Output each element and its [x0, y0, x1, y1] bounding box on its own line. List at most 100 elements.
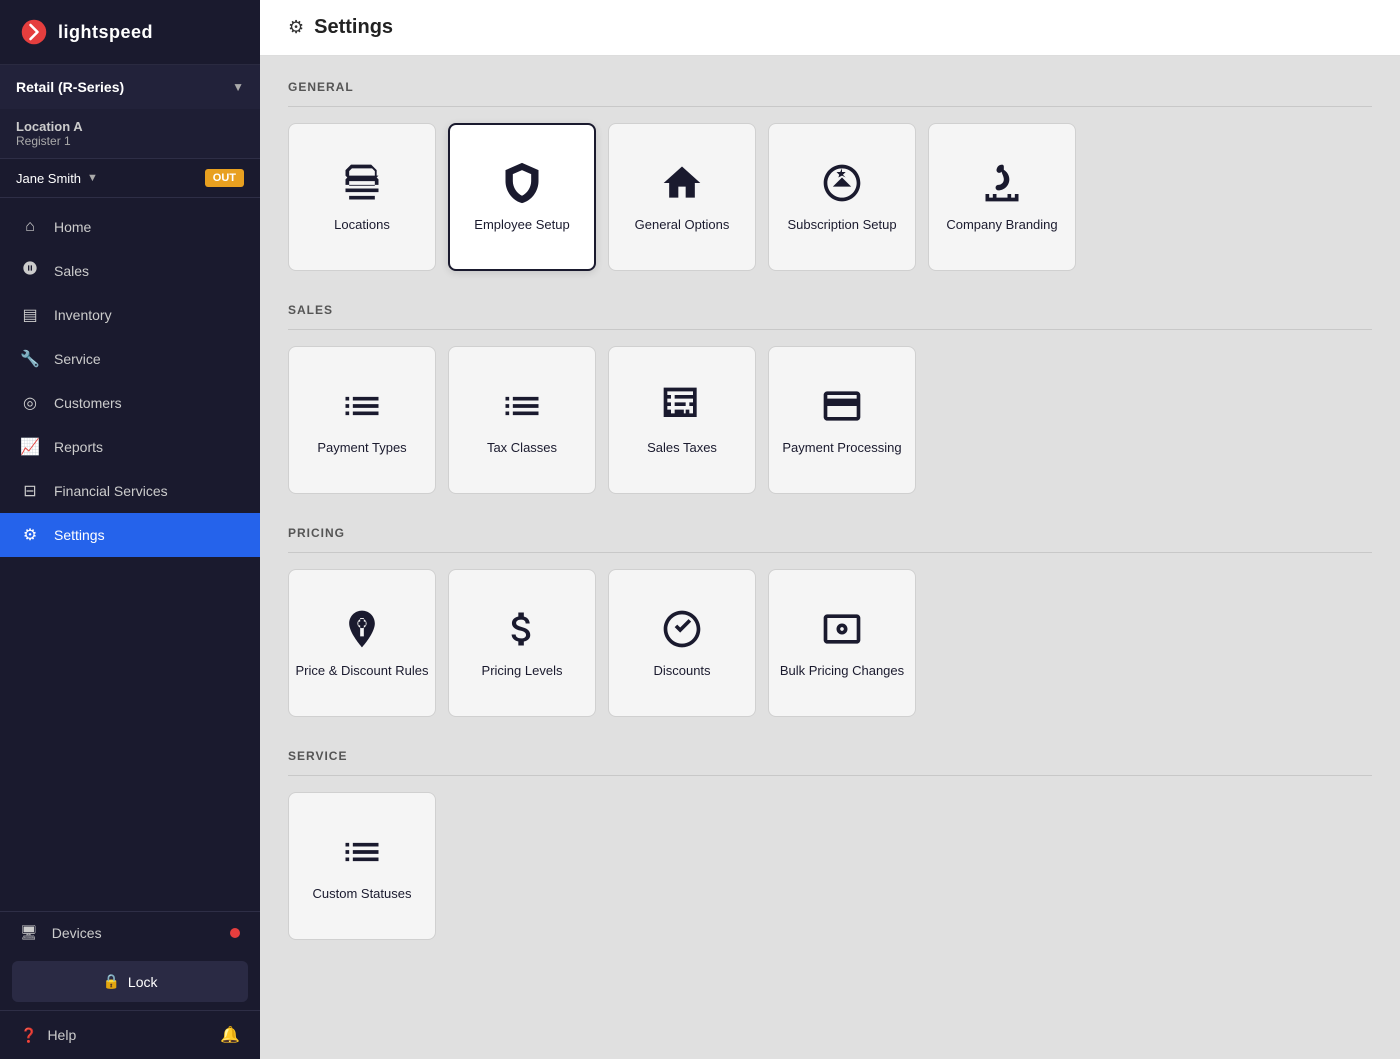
notification-bell-icon: 🔔: [220, 1025, 240, 1045]
sidebar-item-service-label: Service: [54, 351, 101, 367]
card-sales-taxes[interactable]: Sales Taxes: [608, 346, 756, 494]
reports-icon: 📈: [20, 437, 40, 457]
payment-types-card-label: Payment Types: [317, 440, 406, 457]
general-section-title: GENERAL: [288, 80, 1372, 94]
pricing-cards-grid: Price & Discount Rules Pricing Levels Di…: [288, 569, 1372, 717]
card-discounts[interactable]: Discounts: [608, 569, 756, 717]
sidebar-item-home[interactable]: ⌂ Home: [0, 206, 260, 248]
subscription-setup-card-label: Subscription Setup: [787, 217, 896, 234]
sidebar-item-financial[interactable]: ⊟ Financial Services: [0, 469, 260, 513]
service-section: SERVICE Custom Statuses: [288, 749, 1372, 940]
lock-icon: 🔒: [102, 973, 119, 990]
sidebar-item-sales-label: Sales: [54, 263, 89, 279]
user-dropdown-arrow: ▼: [87, 172, 98, 184]
card-general-options[interactable]: General Options: [608, 123, 756, 271]
sidebar-nav: ⌂ Home Sales ▤ Inventory 🔧 Service ◎ Cus…: [0, 198, 260, 911]
sidebar-item-inventory[interactable]: ▤ Inventory: [0, 293, 260, 337]
card-tax-classes[interactable]: Tax Classes: [448, 346, 596, 494]
pricing-levels-icon: [500, 607, 544, 651]
pricing-section-title: PRICING: [288, 526, 1372, 540]
user-info: Jane Smith ▼: [16, 171, 98, 186]
page-header: ⚙ Settings: [260, 0, 1400, 56]
sidebar-item-help[interactable]: ❓ Help 🔔: [0, 1010, 260, 1059]
sidebar-item-service[interactable]: 🔧 Service: [0, 337, 260, 381]
employee-setup-card-label: Employee Setup: [474, 217, 569, 234]
service-icon: 🔧: [20, 349, 40, 369]
sidebar-item-settings[interactable]: ⚙ Settings: [0, 513, 260, 557]
logo-area[interactable]: lightspeed: [0, 0, 260, 65]
sidebar-item-reports-label: Reports: [54, 439, 103, 455]
sidebar-item-customers[interactable]: ◎ Customers: [0, 381, 260, 425]
custom-statuses-icon: [340, 830, 384, 874]
sales-taxes-icon: [660, 384, 704, 428]
bulk-pricing-changes-icon: [820, 607, 864, 651]
tax-classes-icon: [500, 384, 544, 428]
card-bulk-pricing-changes[interactable]: Bulk Pricing Changes: [768, 569, 916, 717]
subscription-setup-icon: [820, 161, 864, 205]
content-area: GENERAL Locations Employee Setup: [260, 56, 1400, 996]
bulk-pricing-changes-card-label: Bulk Pricing Changes: [780, 663, 904, 680]
sales-icon: [20, 260, 40, 281]
home-icon: ⌂: [20, 218, 40, 236]
service-cards-grid: Custom Statuses: [288, 792, 1372, 940]
card-employee-setup[interactable]: Employee Setup: [448, 123, 596, 271]
lock-button[interactable]: 🔒 Lock: [12, 961, 248, 1002]
service-section-title: SERVICE: [288, 749, 1372, 763]
sales-taxes-card-label: Sales Taxes: [647, 440, 717, 457]
inventory-icon: ▤: [20, 305, 40, 325]
card-payment-processing[interactable]: Payment Processing: [768, 346, 916, 494]
card-price-discount-rules[interactable]: Price & Discount Rules: [288, 569, 436, 717]
page-title: Settings: [314, 16, 393, 39]
devices-alert-dot: [230, 928, 240, 938]
pricing-divider: [288, 552, 1372, 553]
store-selector[interactable]: Retail (R-Series) ▼: [0, 65, 260, 109]
locations-icon: [340, 161, 384, 205]
discounts-icon: [660, 607, 704, 651]
general-cards-grid: Locations Employee Setup General Options: [288, 123, 1372, 271]
user-info-bar[interactable]: Jane Smith ▼ OUT: [0, 159, 260, 198]
card-custom-statuses[interactable]: Custom Statuses: [288, 792, 436, 940]
register-name: Register 1: [16, 134, 244, 148]
general-options-icon: [660, 161, 704, 205]
lock-label: Lock: [128, 974, 158, 990]
sales-section: SALES Payment Types Tax Classes: [288, 303, 1372, 494]
discounts-card-label: Discounts: [653, 663, 710, 680]
user-status-badge: OUT: [205, 169, 244, 187]
card-payment-types[interactable]: Payment Types: [288, 346, 436, 494]
payment-processing-card-label: Payment Processing: [782, 440, 901, 457]
card-subscription-setup[interactable]: Subscription Setup: [768, 123, 916, 271]
sidebar-item-home-label: Home: [54, 219, 91, 235]
general-divider: [288, 106, 1372, 107]
location-info: Location A Register 1: [0, 109, 260, 159]
company-branding-card-label: Company Branding: [946, 217, 1057, 234]
sales-cards-grid: Payment Types Tax Classes Sales Taxes: [288, 346, 1372, 494]
sidebar-item-customers-label: Customers: [54, 395, 122, 411]
sidebar-item-financial-label: Financial Services: [54, 483, 168, 499]
store-dropdown-arrow: ▼: [232, 80, 244, 94]
tax-classes-card-label: Tax Classes: [487, 440, 557, 457]
card-company-branding[interactable]: Company Branding: [928, 123, 1076, 271]
employee-setup-icon: [500, 161, 544, 205]
company-branding-icon: [980, 161, 1024, 205]
sidebar-item-settings-label: Settings: [54, 527, 105, 543]
price-discount-rules-card-label: Price & Discount Rules: [296, 663, 429, 680]
card-locations[interactable]: Locations: [288, 123, 436, 271]
service-divider: [288, 775, 1372, 776]
logo-text: lightspeed: [58, 22, 153, 43]
card-pricing-levels[interactable]: Pricing Levels: [448, 569, 596, 717]
user-name: Jane Smith: [16, 171, 81, 186]
pricing-levels-card-label: Pricing Levels: [482, 663, 563, 680]
sidebar-item-sales[interactable]: Sales: [0, 248, 260, 293]
store-name: Retail (R-Series): [16, 79, 124, 95]
payment-processing-icon: [820, 384, 864, 428]
customers-icon: ◎: [20, 393, 40, 413]
sidebar-item-inventory-label: Inventory: [54, 307, 112, 323]
sales-divider: [288, 329, 1372, 330]
location-name: Location A: [16, 119, 244, 134]
locations-card-label: Locations: [334, 217, 390, 234]
sidebar-item-devices[interactable]: 🖥 Devices: [0, 912, 260, 953]
sidebar-item-reports[interactable]: 📈 Reports: [0, 425, 260, 469]
pricing-section: PRICING Price & Discount Rules Pricing L…: [288, 526, 1372, 717]
main-content: ⚙ Settings GENERAL Locations Employee S: [260, 0, 1400, 1059]
sidebar-bottom: 🖥 Devices 🔒 Lock ❓ Help 🔔: [0, 911, 260, 1059]
